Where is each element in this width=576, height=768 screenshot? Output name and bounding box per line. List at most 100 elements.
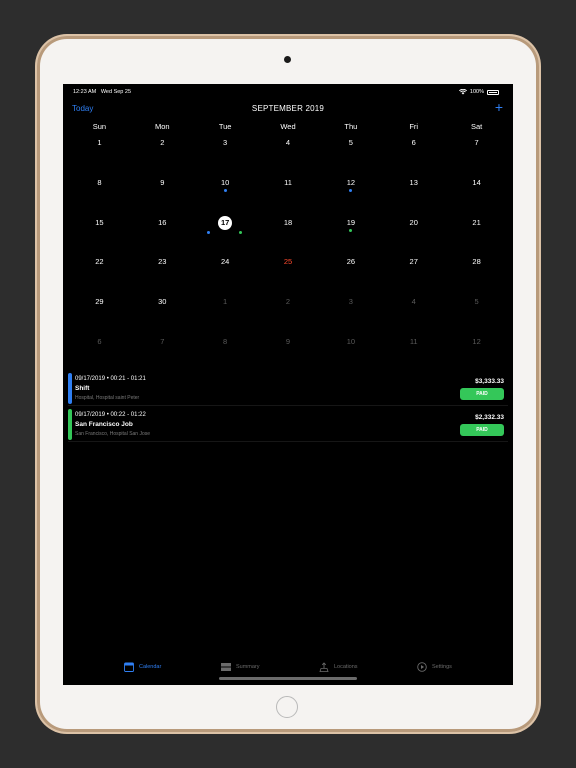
day-number: 11: [284, 177, 292, 187]
calendar-day[interactable]: 8: [68, 172, 131, 212]
calendar-day-next-month[interactable]: 7: [131, 331, 194, 371]
day-number: 28: [472, 257, 481, 267]
day-number: 8: [223, 336, 228, 346]
calendar-icon: [124, 662, 134, 672]
day-number: 30: [158, 297, 167, 307]
calendar-day-next-month[interactable]: 2: [257, 291, 320, 331]
day-number: 22: [95, 257, 104, 267]
front-camera: [284, 56, 291, 63]
calendar-day[interactable]: 7: [445, 132, 508, 172]
calendar-day[interactable]: 12: [319, 172, 382, 212]
calendar-day-today[interactable]: 25: [257, 251, 320, 291]
calendar-day[interactable]: 30: [131, 291, 194, 331]
day-number: 29: [95, 297, 104, 307]
day-number: 27: [409, 257, 418, 267]
day-number: 18: [283, 217, 293, 227]
day-number: 21: [472, 217, 481, 227]
calendar-day-next-month[interactable]: 6: [68, 331, 131, 371]
calendar-day[interactable]: 27: [382, 251, 445, 291]
calendar-day[interactable]: 21: [445, 212, 508, 252]
day-number: 8: [97, 177, 102, 187]
calendar-day[interactable]: 15: [68, 212, 131, 252]
calendar-day[interactable]: 18: [257, 212, 320, 252]
day-number: 25: [283, 257, 293, 267]
tab-label: Calendar: [139, 664, 162, 670]
weekday-sat: Sat: [470, 122, 483, 131]
tab-locations[interactable]: Locations: [319, 658, 358, 676]
calendar-day[interactable]: 16: [131, 212, 194, 252]
calendar-day-next-month[interactable]: 10: [319, 331, 382, 371]
calendar-day-next-month[interactable]: 1: [194, 291, 257, 331]
calendar-day-next-month[interactable]: 5: [445, 291, 508, 331]
calendar-day-next-month[interactable]: 8: [194, 331, 257, 371]
calendar-day[interactable]: 10: [194, 172, 257, 212]
calendar-day[interactable]: 2: [131, 132, 194, 172]
event-row[interactable]: 09/17/2019 • 00:22 - 01:22 San Francisco…: [68, 409, 508, 442]
event-list: 09/17/2019 • 00:21 - 01:21 Shift Hospita…: [68, 373, 508, 445]
event-dots: [194, 188, 257, 193]
home-button[interactable]: [276, 696, 298, 718]
calendar-day-next-month[interactable]: 4: [382, 291, 445, 331]
calendar-day[interactable]: 5: [319, 132, 382, 172]
add-button[interactable]: +: [495, 100, 503, 114]
calendar-day[interactable]: 23: [131, 251, 194, 291]
event-dots: [319, 188, 382, 193]
event-dots: [319, 228, 382, 233]
calendar-day-next-month[interactable]: 9: [257, 331, 320, 371]
calendar-day[interactable]: 29: [68, 291, 131, 331]
calendar-day-next-month[interactable]: 11: [382, 331, 445, 371]
paid-badge[interactable]: PAID: [460, 388, 504, 400]
calendar-day[interactable]: 24: [194, 251, 257, 291]
settings-icon: [417, 662, 427, 672]
tab-summary[interactable]: Summary: [221, 658, 260, 676]
calendar-day[interactable]: 3: [194, 132, 257, 172]
event-datetime: 09/17/2019 • 00:21 - 01:21: [75, 376, 146, 382]
calendar-day[interactable]: 9: [131, 172, 194, 212]
status-date: Wed Sep 25: [100, 89, 132, 95]
calendar-week: 6 7 8 9 10 11 12: [68, 331, 508, 371]
day-number: 13: [409, 177, 418, 187]
event-location: Hospital, Hospital saint Peter: [75, 395, 140, 401]
calendar-day-selected[interactable]: 17: [194, 212, 257, 252]
day-number: 5: [348, 138, 353, 147]
calendar-day[interactable]: 13: [382, 172, 445, 212]
calendar-week: 8 9 10 11 12 13 14: [68, 172, 508, 212]
calendar-day[interactable]: 19: [319, 212, 382, 252]
weekday-wed: Wed: [280, 122, 296, 131]
calendar-day[interactable]: 6: [382, 132, 445, 172]
day-number: 1: [97, 138, 102, 147]
event-dots: [194, 229, 257, 234]
day-number: 24: [220, 257, 230, 267]
event-location: San Francisco, Hospital San Jose: [75, 431, 151, 437]
day-number: 12: [346, 177, 356, 187]
event-dot-green: [349, 228, 353, 232]
day-number: 7: [160, 336, 165, 346]
calendar-day[interactable]: 11: [257, 172, 320, 212]
status-time: 12:23 AM: [73, 89, 97, 95]
paid-badge[interactable]: PAID: [460, 424, 504, 436]
tab-calendar[interactable]: Calendar: [124, 658, 161, 676]
status-time-date: 12:23 AM Wed Sep 25: [73, 89, 131, 95]
event-row[interactable]: 09/17/2019 • 00:21 - 01:21 Shift Hospita…: [68, 373, 508, 406]
calendar-day[interactable]: 20: [382, 212, 445, 252]
day-number: 9: [285, 336, 291, 346]
day-number: 9: [160, 177, 165, 187]
calendar-day[interactable]: 4: [257, 132, 320, 172]
battery-percent: 100%: [469, 89, 484, 95]
calendar-day[interactable]: 28: [445, 251, 508, 291]
calendar-day[interactable]: 22: [68, 251, 131, 291]
event-datetime: 09/17/2019 • 00:22 - 01:22: [75, 412, 146, 418]
month-title: SEPTEMBER 2019: [251, 104, 325, 113]
tab-settings[interactable]: Settings: [417, 658, 452, 676]
event-dot-blue: [223, 188, 227, 192]
calendar-day[interactable]: 26: [319, 251, 382, 291]
weekday-tue: Tue: [218, 122, 232, 131]
tab-bar: Calendar Summary Locations Settings: [63, 658, 513, 676]
calendar-day-next-month[interactable]: 3: [319, 291, 382, 331]
calendar-day[interactable]: 1: [68, 132, 131, 172]
nav-bar: Today SEPTEMBER 2019 +: [63, 100, 513, 116]
day-number: 3: [223, 138, 228, 147]
calendar-day[interactable]: 14: [445, 172, 508, 212]
event-title: San Francisco Job: [75, 421, 133, 428]
calendar-day-next-month[interactable]: 12: [445, 331, 508, 371]
